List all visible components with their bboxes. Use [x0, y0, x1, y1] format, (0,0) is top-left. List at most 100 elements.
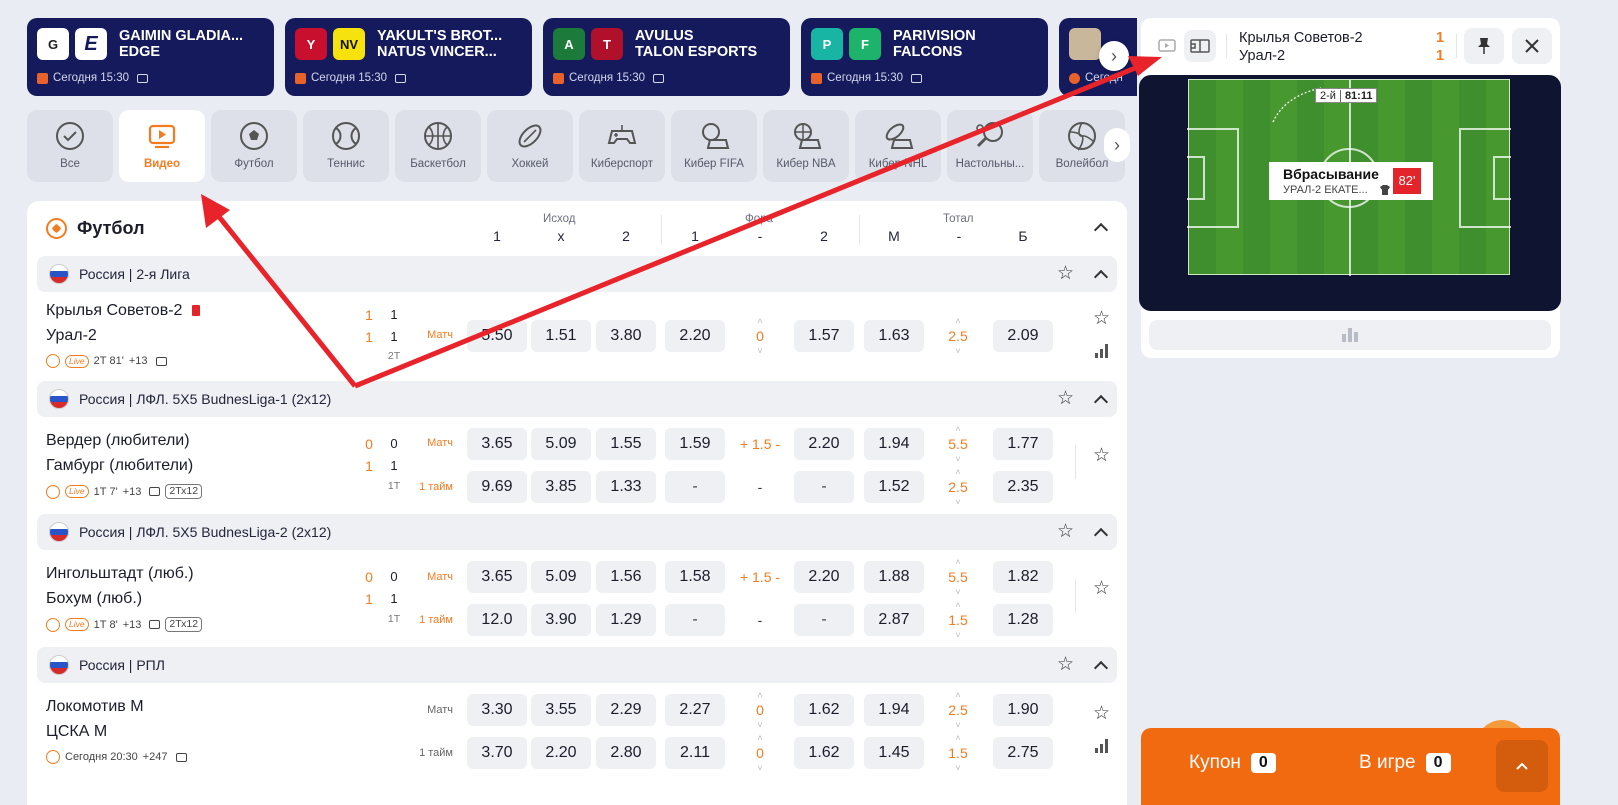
line-up-icon[interactable]: ˄ [730, 316, 790, 326]
line-down-icon[interactable]: ˅ [928, 720, 988, 730]
statistics-button[interactable] [1149, 320, 1551, 350]
odds-button[interactable]: - [665, 471, 725, 503]
more-markets-count[interactable]: +13 [123, 486, 142, 498]
odds-button[interactable]: 12.0 [467, 604, 527, 636]
line-up-icon[interactable]: ˄ [928, 690, 988, 700]
collapse-section-icon[interactable] [1093, 222, 1109, 238]
line-down-icon[interactable]: ˅ [928, 630, 988, 640]
odds-button[interactable]: 5.50 [467, 320, 527, 352]
line-up-icon[interactable]: ˄ [928, 467, 988, 477]
odds-button[interactable]: 1.62 [794, 694, 854, 726]
odds-button[interactable]: 1.94 [864, 694, 924, 726]
odds-button[interactable]: 2.20 [665, 320, 725, 352]
match-card[interactable]: G E GAIMIN GLADIA... EDGE Сегодня 15:30 [27, 18, 274, 96]
odds-button[interactable]: 3.30 [467, 694, 527, 726]
odds-button[interactable]: 1.88 [864, 561, 924, 593]
sport-tab-cyber-nhl[interactable]: Кибер NHL [855, 110, 941, 182]
line-down-icon[interactable]: ˅ [928, 763, 988, 773]
stats-icon[interactable] [1095, 739, 1109, 753]
line-up-icon[interactable]: ˄ [730, 733, 790, 743]
coupon-bar[interactable]: Купон 0 В игре 0 [1141, 728, 1560, 805]
odds-button[interactable]: 1.77 [993, 428, 1053, 460]
stats-icon[interactable] [1095, 344, 1109, 358]
line-up-icon[interactable]: ˄ [928, 600, 988, 610]
league-header[interactable]: Россия | РПЛ ☆ [37, 647, 1117, 683]
odds-button[interactable]: - [794, 604, 854, 636]
odds-button[interactable]: 1.94 [864, 428, 924, 460]
odds-button[interactable]: 5.09 [531, 561, 591, 593]
favorite-star-icon[interactable]: ☆ [1093, 446, 1110, 465]
close-button[interactable] [1512, 28, 1552, 64]
sport-tab-table-tennis[interactable]: Настольны... [947, 110, 1033, 182]
line-down-icon[interactable]: ˅ [928, 346, 988, 356]
odds-button[interactable]: 9.69 [467, 471, 527, 503]
collapse-league-icon[interactable] [1093, 527, 1109, 543]
odds-button[interactable]: 2.11 [665, 737, 725, 769]
favorite-star-icon[interactable]: ☆ [1093, 704, 1110, 723]
odds-button[interactable]: 1.82 [993, 561, 1053, 593]
odds-button[interactable]: 2.20 [531, 737, 591, 769]
league-header[interactable]: Россия | ЛФЛ. 5Х5 BudnesLiga-1 (2x12) ☆ [37, 381, 1117, 417]
favorite-star-icon[interactable]: ☆ [1057, 655, 1074, 674]
in-game-tab[interactable]: В игре 0 [1359, 752, 1451, 774]
expand-coupon-button[interactable] [1496, 740, 1548, 792]
odds-button[interactable]: 1.29 [596, 604, 656, 636]
odds-button[interactable]: - [665, 604, 725, 636]
coupon-tab[interactable]: Купон 0 [1189, 752, 1276, 774]
odds-button[interactable]: 1.62 [794, 737, 854, 769]
odds-button[interactable]: 3.80 [596, 320, 656, 352]
odds-button[interactable]: 3.85 [531, 471, 591, 503]
odds-button[interactable]: 3.70 [467, 737, 527, 769]
odds-button[interactable]: 2.20 [794, 561, 854, 593]
match-card[interactable]: A T AVULUS TALON ESPORTS Сегодня 15:30 [543, 18, 790, 96]
collapse-league-icon[interactable] [1093, 269, 1109, 285]
favorite-star-icon[interactable]: ☆ [1057, 389, 1074, 408]
cards-next-button[interactable]: › [1099, 41, 1129, 71]
favorite-star-icon[interactable]: ☆ [1093, 309, 1110, 328]
line-down-icon[interactable]: ˅ [928, 454, 988, 464]
odds-button[interactable]: 1.59 [665, 428, 725, 460]
odds-button[interactable]: 3.65 [467, 428, 527, 460]
odds-button[interactable]: 1.28 [993, 604, 1053, 636]
line-down-icon[interactable]: ˅ [730, 763, 790, 773]
odds-button[interactable]: 1.33 [596, 471, 656, 503]
video-toggle-button[interactable] [1151, 30, 1183, 62]
odds-button[interactable]: 1.52 [864, 471, 924, 503]
sport-tab-all[interactable]: Все [27, 110, 113, 182]
odds-button[interactable]: 3.90 [531, 604, 591, 636]
line-up-icon[interactable]: ˄ [730, 690, 790, 700]
sport-tab-esports[interactable]: Киберспорт [579, 110, 665, 182]
odds-button[interactable]: 5.09 [531, 428, 591, 460]
line-up-icon[interactable]: ˄ [928, 424, 988, 434]
sports-next-button[interactable]: › [1104, 128, 1130, 162]
line-up-icon[interactable]: ˄ [928, 557, 988, 567]
odds-button[interactable]: - [794, 471, 854, 503]
odds-button[interactable]: 2.29 [596, 694, 656, 726]
collapse-league-icon[interactable] [1093, 394, 1109, 410]
line-down-icon[interactable]: ˅ [928, 587, 988, 597]
line-down-icon[interactable]: ˅ [730, 720, 790, 730]
odds-button[interactable]: 2.75 [993, 737, 1053, 769]
sport-tab-basketball[interactable]: Баскетбол [395, 110, 481, 182]
line-down-icon[interactable]: ˅ [730, 346, 790, 356]
odds-button[interactable]: 2.87 [864, 604, 924, 636]
sport-tab-football[interactable]: Футбол [211, 110, 297, 182]
odds-button[interactable]: 2.09 [993, 320, 1053, 352]
more-markets-count[interactable]: +13 [129, 355, 148, 367]
odds-button[interactable]: 1.90 [993, 694, 1053, 726]
line-down-icon[interactable]: ˅ [928, 497, 988, 507]
odds-button[interactable]: 2.80 [596, 737, 656, 769]
league-header[interactable]: Россия | 2-я Лига ☆ [37, 256, 1117, 292]
odds-button[interactable]: 1.63 [864, 320, 924, 352]
line-up-icon[interactable]: ˄ [928, 316, 988, 326]
odds-button[interactable]: 3.55 [531, 694, 591, 726]
odds-button[interactable]: 1.56 [596, 561, 656, 593]
odds-button[interactable]: 1.55 [596, 428, 656, 460]
sport-tab-tennis[interactable]: Теннис [303, 110, 389, 182]
sport-tab-video[interactable]: Видео [119, 110, 205, 182]
odds-button[interactable]: 1.51 [531, 320, 591, 352]
odds-button[interactable]: 2.35 [993, 471, 1053, 503]
odds-button[interactable]: 1.57 [794, 320, 854, 352]
more-markets-count[interactable]: +13 [123, 619, 142, 631]
odds-button[interactable]: 1.45 [864, 737, 924, 769]
